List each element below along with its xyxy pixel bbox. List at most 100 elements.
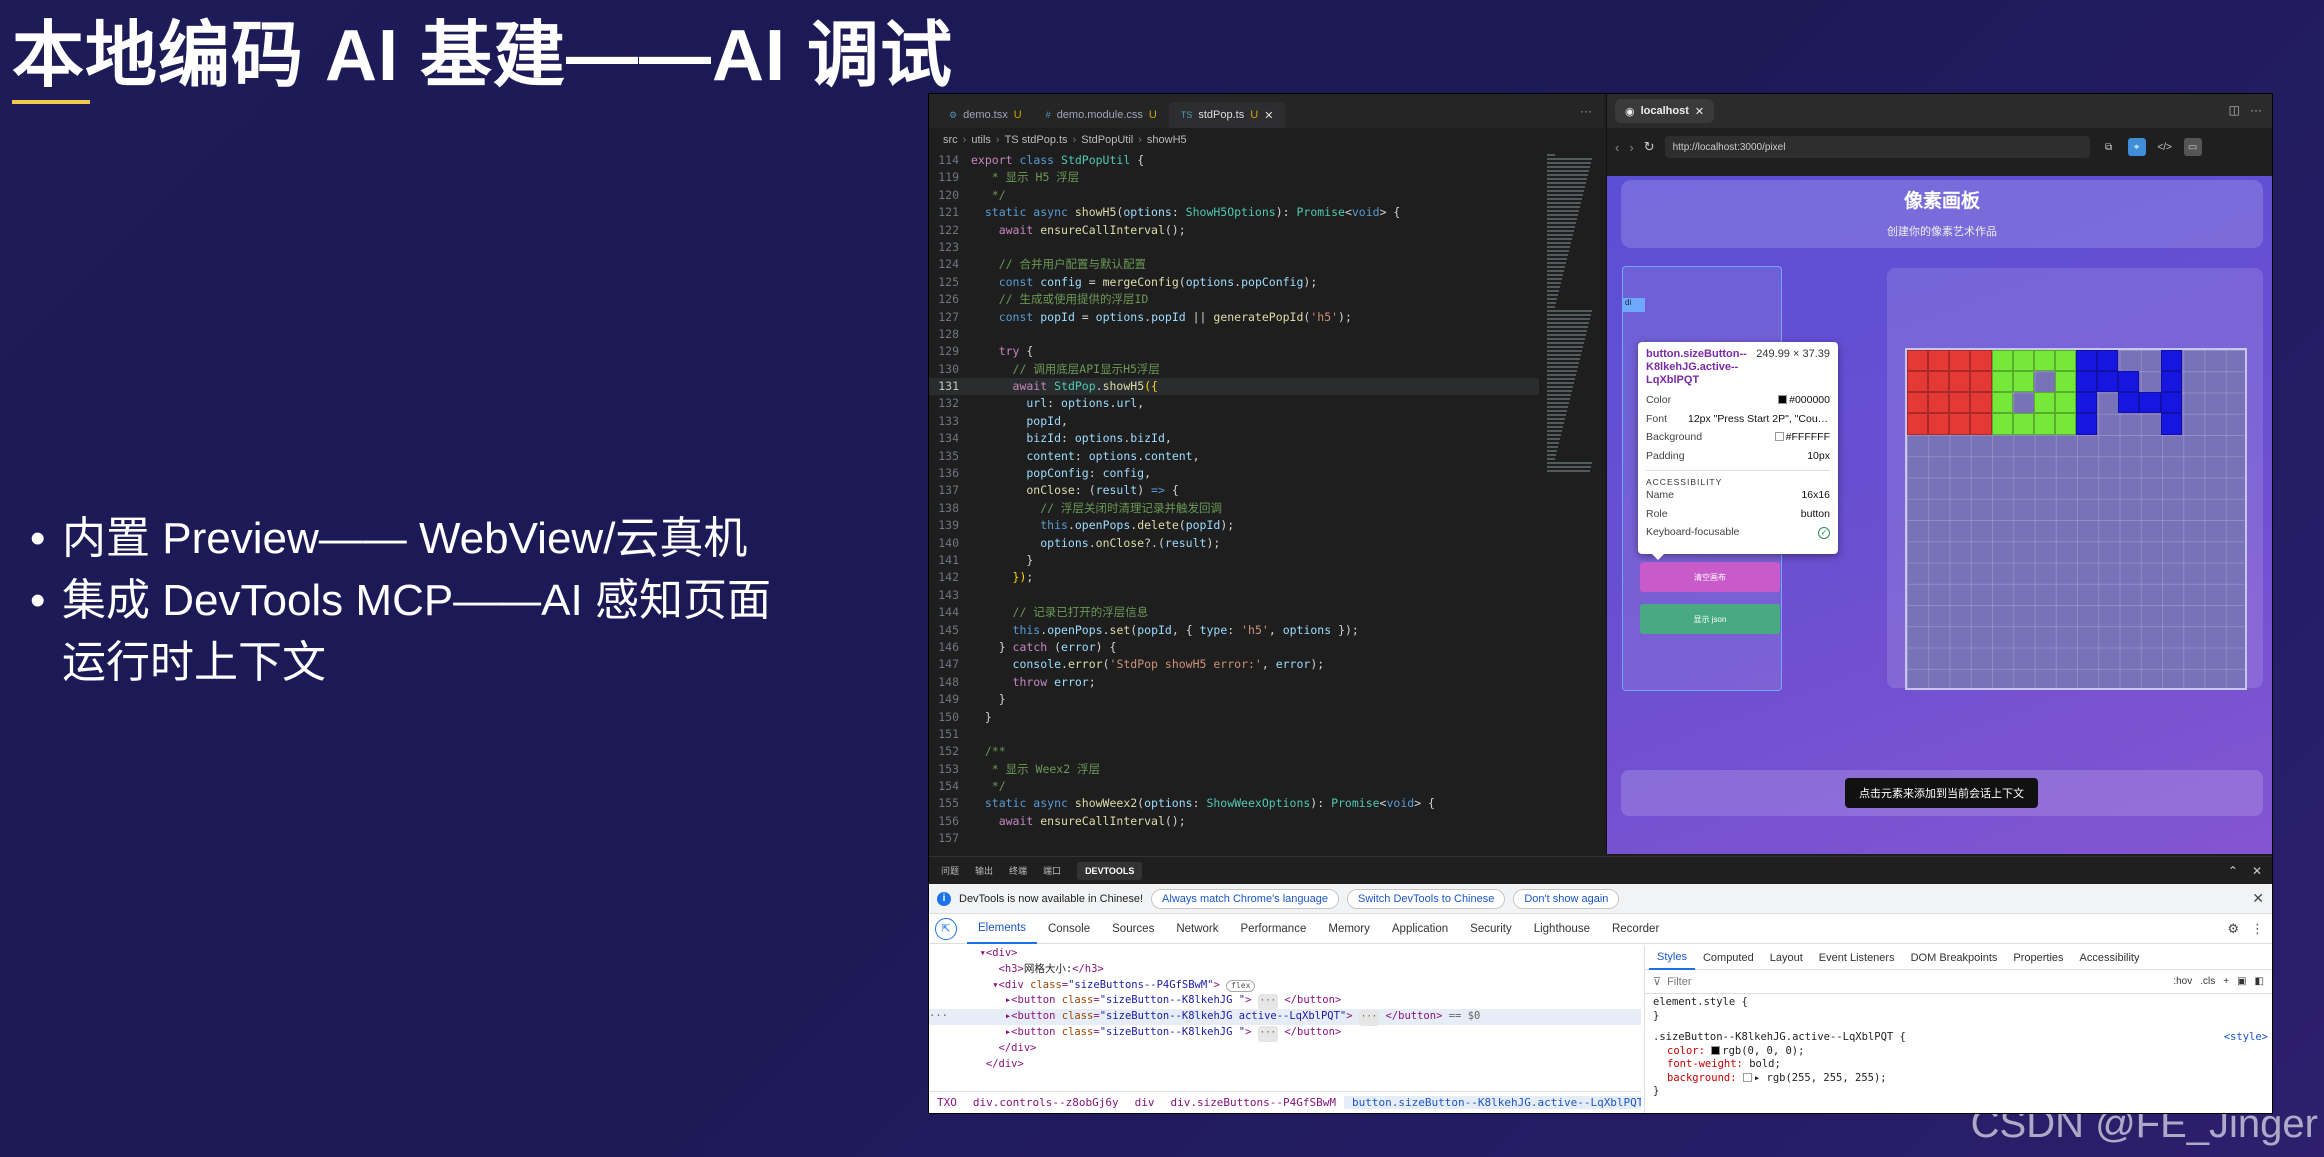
sidebar-toggle-icon[interactable]: ◧ xyxy=(2255,976,2264,987)
dom-node-selected[interactable]: ··· ▸<button class="sizeButton--K8lkehJG… xyxy=(929,1009,1641,1026)
dom-crumb[interactable]: TXO xyxy=(929,1096,965,1109)
code-line[interactable]: 136 popConfig: config, xyxy=(929,465,1539,482)
pixel-cell[interactable] xyxy=(2054,371,2076,393)
css-property[interactable]: font-weight: bold; xyxy=(1653,1058,2266,1072)
pixel-cell[interactable] xyxy=(2033,350,2055,372)
pixel-cell[interactable] xyxy=(2076,350,2098,372)
dom-node[interactable]: </div> xyxy=(929,1041,1641,1057)
code-line[interactable]: 153 * 显示 Weex2 浮层 xyxy=(929,761,1539,778)
code-line[interactable]: 145 this.openPops.set(popId, { type: 'h5… xyxy=(929,622,1539,639)
code-line[interactable]: 152 /** xyxy=(929,743,1539,760)
pixel-cell[interactable] xyxy=(2054,392,2076,414)
code-line[interactable]: 128 xyxy=(929,326,1539,343)
st-tab-events[interactable]: Event Listeners xyxy=(1811,946,1903,970)
pixel-cell[interactable] xyxy=(1991,350,2013,372)
dom-node[interactable]: ▸<button class="sizeButton--K8lkehJG "> … xyxy=(929,1025,1641,1042)
st-tab-styles[interactable]: Styles xyxy=(1649,946,1695,970)
st-tab-accessibility[interactable]: Accessibility xyxy=(2072,946,2148,970)
filter-input[interactable]: Filter xyxy=(1667,976,1691,988)
split-icon[interactable]: ◫ xyxy=(2229,103,2240,117)
code-line[interactable]: 149 } xyxy=(929,691,1539,708)
dt-tab-application[interactable]: Application xyxy=(1381,914,1459,944)
editor-tab-demo-tsx[interactable]: ⚙ demo.tsx U xyxy=(937,102,1034,128)
more-icon[interactable]: ··· xyxy=(2250,103,2262,117)
code-line[interactable]: 119 * 显示 H5 浮层 xyxy=(929,169,1539,186)
pixel-cell[interactable] xyxy=(2118,371,2140,393)
code-line[interactable]: 140 options.onClose?.(result); xyxy=(929,535,1539,552)
pixel-cell[interactable] xyxy=(1970,392,1992,414)
more-icon[interactable]: ··· xyxy=(1580,104,1592,118)
color-swatch[interactable] xyxy=(1742,1072,1752,1082)
code-line[interactable]: 150 } xyxy=(929,709,1539,726)
pixel-cell[interactable] xyxy=(1991,371,2013,393)
code-line[interactable]: 154 */ xyxy=(929,778,1539,795)
pixel-cell[interactable] xyxy=(1928,392,1950,414)
code-line[interactable]: 143 xyxy=(929,587,1539,604)
inspect-element-icon[interactable]: ⇱ xyxy=(935,917,957,940)
code-line[interactable]: 141 } xyxy=(929,552,1539,569)
st-tab-properties[interactable]: Properties xyxy=(2005,946,2071,970)
pixel-cell[interactable] xyxy=(2033,413,2055,435)
dt-tab-recorder[interactable]: Recorder xyxy=(1601,914,1670,944)
device-icon[interactable]: ▭ xyxy=(2183,138,2202,156)
breadcrumb-item[interactable]: src xyxy=(943,134,958,146)
close-icon[interactable]: ✕ xyxy=(1695,105,1704,118)
add-rule-button[interactable]: + xyxy=(2223,976,2229,987)
close-icon[interactable]: ✕ xyxy=(2252,890,2264,907)
code-line[interactable]: 155 static async showWeex2(options: Show… xyxy=(929,795,1539,812)
code-line[interactable]: 121 static async showH5(options: ShowH5O… xyxy=(929,204,1539,221)
clear-canvas-button[interactable]: 清空画布 xyxy=(1640,562,1780,592)
dom-crumb-selected[interactable]: button.sizeButton--K8lkehJG.active--LqXb… xyxy=(1344,1096,1641,1109)
code-line[interactable]: 138 // 浮层关闭时清理记录并触发回调 xyxy=(929,500,1539,517)
copy-icon[interactable]: ⧉ xyxy=(2100,138,2118,156)
pixel-cell[interactable] xyxy=(2076,371,2098,393)
pixel-cell[interactable] xyxy=(2054,350,2076,372)
st-tab-computed[interactable]: Computed xyxy=(1695,946,1762,970)
panel-tab-ports[interactable]: 端口 xyxy=(1043,864,1061,877)
pixel-cell[interactable] xyxy=(2076,413,2098,435)
browser-tab[interactable]: ◉ localhost ✕ xyxy=(1615,99,1715,123)
pixel-cell[interactable] xyxy=(1970,371,1992,393)
pixel-cell[interactable] xyxy=(2012,371,2034,393)
panel-tab-problems[interactable]: 问题 xyxy=(941,864,959,877)
pixel-cell[interactable] xyxy=(1991,413,2013,435)
panel-tab-terminal[interactable]: 终端 xyxy=(1009,864,1027,877)
breadcrumb-item[interactable]: TS stdPop.ts xyxy=(1005,134,1068,146)
code-line[interactable]: 130 // 调用底层API显示H5浮层 xyxy=(929,361,1539,378)
breadcrumb-item[interactable]: showH5 xyxy=(1147,134,1187,146)
pixel-cell[interactable] xyxy=(2118,392,2140,414)
pixel-cell[interactable] xyxy=(2097,371,2119,393)
kebab-menu-icon[interactable]: ⋮ xyxy=(2251,921,2264,937)
pixel-cell[interactable] xyxy=(2139,392,2161,414)
pixel-cell[interactable] xyxy=(1970,350,1992,372)
dom-node[interactable]: ▸<button class="sizeButton--K8lkehJG "> … xyxy=(929,993,1641,1011)
pixel-cell[interactable] xyxy=(1949,392,1971,414)
code-line[interactable]: 151 xyxy=(929,726,1539,743)
code-line[interactable]: 124 // 合并用户配置与默认配置 xyxy=(929,256,1539,273)
dt-tab-sources[interactable]: Sources xyxy=(1101,914,1165,944)
pixel-cell[interactable] xyxy=(2012,413,2034,435)
dont-show-button[interactable]: Don't show again xyxy=(1513,888,1620,909)
back-icon[interactable]: ‹ xyxy=(1615,140,1619,155)
pixel-cell[interactable] xyxy=(1907,371,1929,393)
code-line[interactable]: 120 */ xyxy=(929,187,1539,204)
code-line[interactable]: 127 const popId = options.popId || gener… xyxy=(929,309,1539,326)
code-line[interactable]: 114 export class StdPopUtil { xyxy=(929,152,1539,169)
reload-icon[interactable]: ↻ xyxy=(1644,139,1655,155)
code-line[interactable]: 122 await ensureCallInterval(); xyxy=(929,222,1539,239)
paint-icon[interactable]: ▣ xyxy=(2237,976,2246,987)
code-line[interactable]: 137 onClose: (result) => { xyxy=(929,482,1539,499)
pixel-cell[interactable] xyxy=(2097,350,2119,372)
pixel-cell[interactable] xyxy=(2012,350,2034,372)
elements-tree[interactable]: ▾<div> <h3>网格大小:</h3> ▾<div class="sizeB… xyxy=(929,946,1641,1091)
dom-node[interactable]: <h3>网格大小:</h3> xyxy=(929,962,1641,978)
st-tab-layout[interactable]: Layout xyxy=(1762,946,1811,970)
show-json-button[interactable]: 显示 json xyxy=(1640,604,1780,634)
dom-crumb[interactable]: div.sizeButtons--P4GfSBwM xyxy=(1162,1096,1344,1109)
code-line[interactable]: 132 url: options.url, xyxy=(929,395,1539,412)
editor-tab-demo-css[interactable]: # demo.module.css U xyxy=(1034,102,1169,128)
code-line[interactable]: 147 console.error('StdPop showH5 error:'… xyxy=(929,656,1539,673)
code-line[interactable]: 134 bizId: options.bizId, xyxy=(929,430,1539,447)
code-area[interactable]: 114 export class StdPopUtil {119 * 显示 H5 … xyxy=(929,152,1539,854)
pixel-cell[interactable] xyxy=(1907,413,1929,435)
